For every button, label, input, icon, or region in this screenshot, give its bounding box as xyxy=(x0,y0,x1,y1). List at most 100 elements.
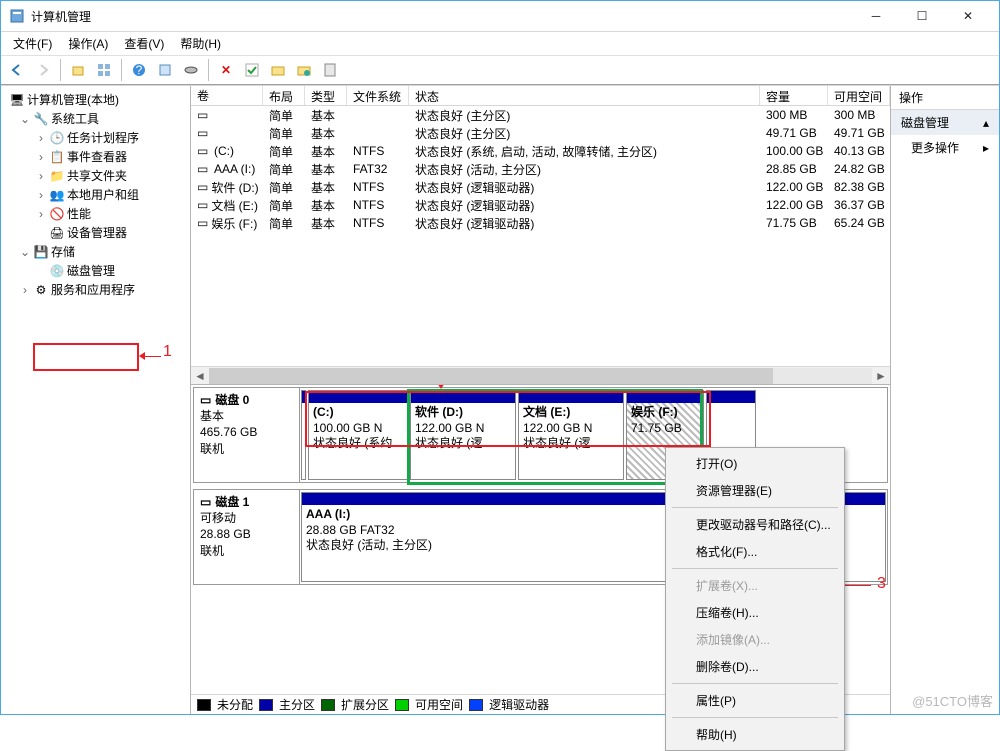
disk1-status: 联机 xyxy=(200,543,293,559)
table-row[interactable]: ▭软件 (D:)简单基本NTFS状态良好 (逻辑驱动器)122.00 GB82.… xyxy=(191,178,890,196)
actions-more[interactable]: 更多操作▸ xyxy=(891,135,999,160)
folder2-icon[interactable] xyxy=(292,58,316,82)
annotation-1: 1 xyxy=(163,343,172,361)
table-row[interactable]: ▭文档 (E:)简单基本NTFS状态良好 (逻辑驱动器)122.00 GB36.… xyxy=(191,196,890,214)
legend-ext-swatch xyxy=(321,699,335,711)
tree-shared[interactable]: 共享文件夹 xyxy=(67,167,127,184)
volume-list[interactable]: ▭简单基本状态良好 (主分区)300 MB300 MB▭简单基本状态良好 (主分… xyxy=(191,106,890,366)
tree-storage[interactable]: 存储 xyxy=(51,243,75,260)
legend-ext: 扩展分区 xyxy=(341,696,389,713)
tree-evt[interactable]: 事件查看器 xyxy=(67,148,127,165)
annotation-box-1 xyxy=(33,343,139,371)
ctx-shrink[interactable]: 压缩卷(H)... xyxy=(668,599,842,626)
ctx-extend: 扩展卷(X)... xyxy=(668,572,842,599)
tools-icon: 🔧 xyxy=(33,111,49,127)
h-scrollbar[interactable]: ◄ ► xyxy=(191,366,890,384)
scroll-right-icon[interactable]: ► xyxy=(872,369,890,383)
disk-icon[interactable] xyxy=(179,58,203,82)
actions-diskmgmt[interactable]: 磁盘管理▴ xyxy=(891,110,999,135)
tree-services[interactable]: 服务和应用程序 xyxy=(51,281,135,298)
menu-action[interactable]: 操作(A) xyxy=(60,33,116,54)
app-icon xyxy=(9,8,25,24)
collapse-icon: ▴ xyxy=(983,116,989,130)
ctx-help[interactable]: 帮助(H) xyxy=(668,721,842,748)
annotation-3: 3 xyxy=(877,575,886,593)
legend-free-swatch xyxy=(395,699,409,711)
tree-perf[interactable]: 性能 xyxy=(67,205,91,222)
perf-icon: 🚫 xyxy=(49,206,65,222)
table-row[interactable]: ▭AAA (I:)简单基本FAT32状态良好 (活动, 主分区)28.85 GB… xyxy=(191,160,890,178)
ctx-explorer[interactable]: 资源管理器(E) xyxy=(668,477,842,504)
help-icon[interactable]: ? xyxy=(127,58,151,82)
ctx-prop[interactable]: 属性(P) xyxy=(668,687,842,714)
disk0-status: 联机 xyxy=(200,441,293,457)
ctx-open[interactable]: 打开(O) xyxy=(668,450,842,477)
scroll-thumb[interactable] xyxy=(209,368,773,384)
disk0-type: 基本 xyxy=(200,408,293,424)
col-lay[interactable]: 布局 xyxy=(263,86,305,105)
legend-logic-swatch xyxy=(469,699,483,711)
props-icon[interactable] xyxy=(153,58,177,82)
up-icon[interactable] xyxy=(66,58,90,82)
disk1-name: 磁盘 1 xyxy=(215,494,249,510)
annotation-arrowhead-1 xyxy=(139,352,145,360)
table-row[interactable]: ▭娱乐 (F:)简单基本NTFS状态良好 (逻辑驱动器)71.75 GB65.2… xyxy=(191,214,890,232)
chevron-right-icon: ▸ xyxy=(983,141,989,155)
title-bar: 计算机管理 ─ ☐ ✕ xyxy=(1,1,999,31)
table-row[interactable]: ▭简单基本状态良好 (主分区)300 MB300 MB xyxy=(191,106,890,124)
col-vol[interactable]: 卷 xyxy=(191,86,263,105)
tree-sched[interactable]: 任务计划程序 xyxy=(67,129,139,146)
toolbar: ? ✕ xyxy=(1,55,999,85)
ctx-delete[interactable]: 删除卷(D)... xyxy=(668,653,842,680)
legend-free: 可用空间 xyxy=(415,696,463,713)
disk0-info[interactable]: ▭磁盘 0 基本 465.76 GB 联机 xyxy=(194,388,300,482)
delete-icon[interactable]: ✕ xyxy=(214,58,238,82)
sched-icon: 🕒 xyxy=(49,130,65,146)
table-row[interactable]: ▭简单基本状态良好 (主分区)49.71 GB49.71 GB xyxy=(191,124,890,142)
col-typ[interactable]: 类型 xyxy=(305,86,347,105)
tree-devmgr[interactable]: 设备管理器 xyxy=(67,224,127,241)
minimize-button[interactable]: ─ xyxy=(853,1,899,31)
tree-users[interactable]: 本地用户和组 xyxy=(67,186,139,203)
computer-icon: 🖥 xyxy=(9,92,25,108)
ctx-format[interactable]: 格式化(F)... xyxy=(668,538,842,565)
disk1-type: 可移动 xyxy=(200,510,293,526)
nav-tree[interactable]: 🖥计算机管理(本地) ⌄🔧系统工具 ›🕒任务计划程序 ›📋事件查看器 ›📁共享文… xyxy=(1,86,191,714)
context-menu: 打开(O) 资源管理器(E) 更改驱动器号和路径(C)... 格式化(F)...… xyxy=(665,447,845,751)
menu-file[interactable]: 文件(F) xyxy=(5,33,60,54)
col-free[interactable]: 可用空间 xyxy=(828,86,890,105)
folder-icon[interactable] xyxy=(266,58,290,82)
forward-icon[interactable] xyxy=(31,58,55,82)
ctx-change[interactable]: 更改驱动器号和路径(C)... xyxy=(668,511,842,538)
col-cap[interactable]: 容量 xyxy=(760,86,828,105)
check-icon[interactable] xyxy=(240,58,264,82)
drive-icon: ▭ xyxy=(200,494,211,510)
table-row[interactable]: ▭(C:)简单基本NTFS状态良好 (系统, 启动, 活动, 故障转储, 主分区… xyxy=(191,142,890,160)
disk1-size: 28.88 GB xyxy=(200,526,293,542)
close-button[interactable]: ✕ xyxy=(945,1,991,31)
legend-pri: 主分区 xyxy=(279,696,315,713)
volume-list-header: 卷 布局 类型 文件系统 状态 容量 可用空间 xyxy=(191,86,890,106)
tree-root[interactable]: 计算机管理(本地) xyxy=(27,91,119,108)
menu-view[interactable]: 查看(V) xyxy=(116,33,172,54)
storage-icon: 💾 xyxy=(33,244,49,260)
tree-systools[interactable]: 系统工具 xyxy=(51,110,99,127)
actions-pane: 操作 磁盘管理▴ 更多操作▸ xyxy=(891,86,999,714)
ctx-mirror: 添加镜像(A)... xyxy=(668,626,842,653)
disk0-size: 465.76 GB xyxy=(200,424,293,440)
devmgr-icon: 🖨 xyxy=(49,225,65,241)
col-st[interactable]: 状态 xyxy=(409,86,760,105)
window-title: 计算机管理 xyxy=(31,8,853,25)
disk1-info[interactable]: ▭磁盘 1 可移动 28.88 GB 联机 xyxy=(194,490,300,584)
back-icon[interactable] xyxy=(5,58,29,82)
menu-help[interactable]: 帮助(H) xyxy=(172,33,229,54)
scroll-left-icon[interactable]: ◄ xyxy=(191,369,209,383)
doc-icon[interactable] xyxy=(318,58,342,82)
users-icon: 👥 xyxy=(49,187,65,203)
view-icon[interactable] xyxy=(92,58,116,82)
tree-diskmgmt[interactable]: 磁盘管理 xyxy=(67,262,115,279)
actions-header: 操作 xyxy=(891,86,999,110)
maximize-button[interactable]: ☐ xyxy=(899,1,945,31)
legend-unalloc: 未分配 xyxy=(217,696,253,713)
col-fs[interactable]: 文件系统 xyxy=(347,86,409,105)
